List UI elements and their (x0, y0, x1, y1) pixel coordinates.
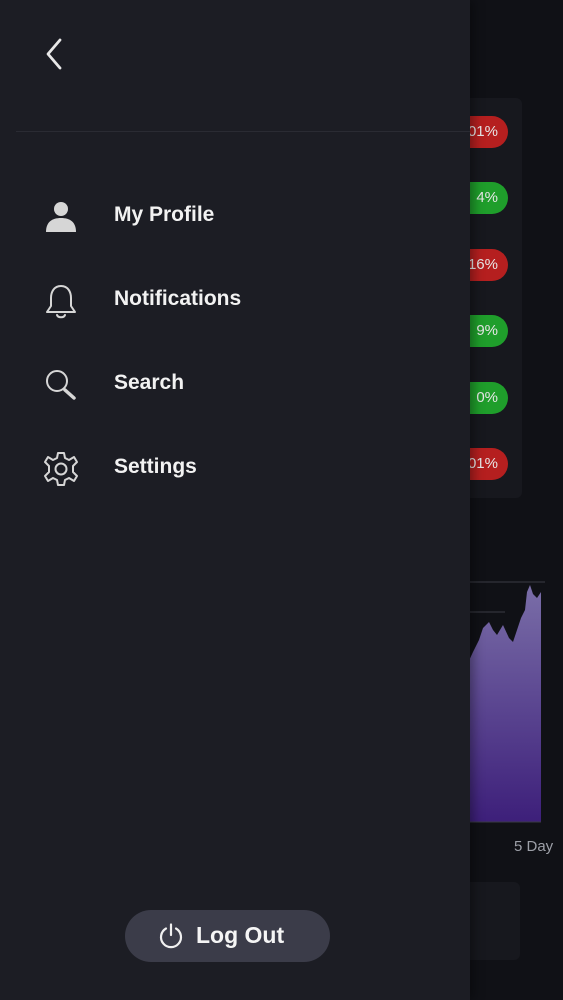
menu-item-label: My Profile (114, 203, 215, 226)
menu-item-label: Search (114, 371, 185, 394)
gear-icon (44, 452, 78, 486)
menu-item-notifications[interactable]: Notifications (0, 268, 470, 332)
user-icon (46, 202, 76, 232)
chart-range-label: 5 Day (514, 838, 554, 855)
menu-item-my-profile[interactable]: My Profile (0, 184, 470, 248)
menu-item-label: Notifications (114, 287, 242, 310)
menu-item-settings[interactable]: Settings (0, 436, 470, 500)
menu-item-label: Settings (114, 455, 197, 478)
header-divider (16, 131, 470, 132)
power-icon (159, 923, 183, 949)
bell-icon (46, 285, 76, 319)
back-button[interactable] (38, 34, 74, 74)
chevron-left-icon (46, 38, 62, 70)
logout-label: Log Out (196, 922, 285, 948)
chart-area (467, 585, 541, 822)
logout-button[interactable]: Log Out (125, 910, 330, 962)
search-icon (46, 370, 76, 400)
menu-item-search[interactable]: Search (0, 352, 470, 416)
navigation-drawer: My Profile Notifications Search Settings (0, 0, 470, 1000)
